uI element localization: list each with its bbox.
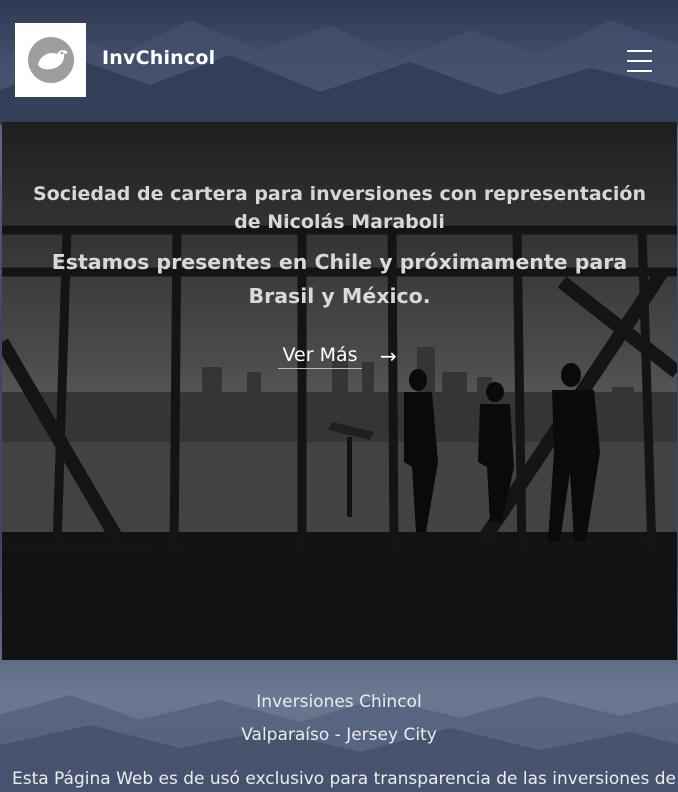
hamburger-menu-icon[interactable] xyxy=(627,50,652,72)
company-locations: Valparaíso - Jersey City xyxy=(241,725,437,745)
brand-name[interactable]: InvChincol xyxy=(102,47,215,69)
company-name: Inversiones Chincol xyxy=(256,692,422,712)
disclaimer-text: Esta Página Web es de usó exclusivo para… xyxy=(11,769,677,789)
ver-mas-button[interactable]: Ver Más → xyxy=(278,342,397,370)
hero-subtitle: Estamos presentes en Chile y próximament… xyxy=(51,250,628,308)
arrow-right-icon[interactable]: → xyxy=(380,344,397,368)
site-footer: Inversiones Chincol Valparaíso - Jersey … xyxy=(0,660,678,792)
bird-icon xyxy=(27,37,74,83)
hero-section: Sociedad de cartera para inversiones con… xyxy=(2,122,677,660)
hero-title: Sociedad de cartera para inversiones con… xyxy=(32,183,647,233)
logo[interactable] xyxy=(15,23,86,97)
ver-mas-label[interactable]: Ver Más xyxy=(278,344,362,369)
site-header: InvChincol xyxy=(0,0,678,122)
